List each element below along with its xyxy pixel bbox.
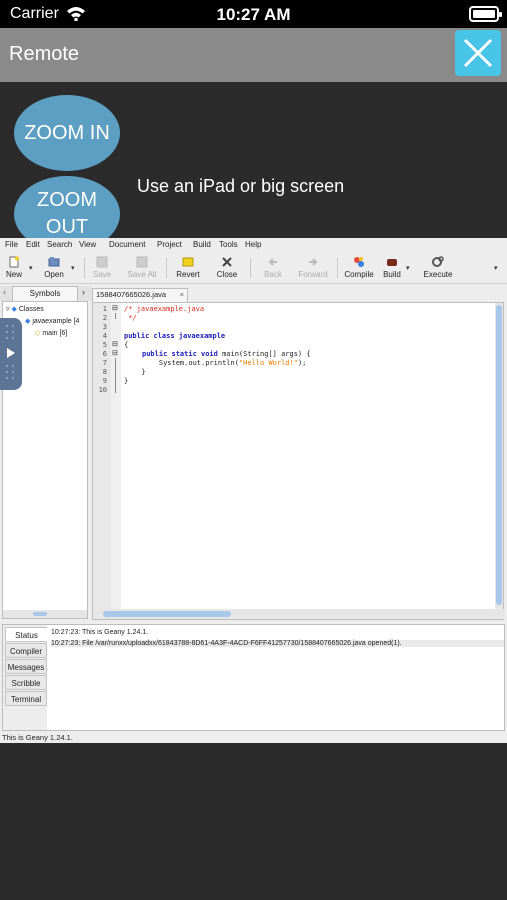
fold-toggle-icon[interactable]: ⊟ — [112, 304, 118, 312]
toolbar-overflow-icon[interactable]: ▾ — [494, 264, 498, 272]
menu-project[interactable]: Project — [157, 240, 182, 249]
revert-button[interactable]: Revert — [172, 256, 204, 279]
tree-item-method[interactable]: ◇ main [6] — [35, 329, 67, 337]
code-line-2: */ — [124, 314, 137, 322]
floating-toolbar-handle[interactable] — [0, 318, 22, 390]
method-icon: ◇ — [35, 330, 41, 337]
fold-toggle-icon[interactable]: ⊟ — [112, 349, 118, 357]
menu-bar: File Edit Search View Document Project B… — [0, 238, 507, 252]
message-tabs: Status Compiler Messages Scribble Termin… — [3, 625, 47, 730]
code-line-1: /* javaexample.java — [124, 305, 205, 313]
menu-view[interactable]: View — [79, 240, 96, 249]
code-line-8: } — [133, 368, 146, 376]
editor-hscrollbar[interactable] — [93, 609, 505, 619]
sidebar-hscrollbar[interactable] — [3, 610, 87, 618]
code-editor[interactable]: 1 2 3 4 5 6 7 8 9 10 ⊟ ⊟ ⊟ /* javaexampl… — [92, 302, 505, 620]
tab-left-arrow-icon[interactable]: ‹ — [3, 287, 6, 297]
tree-item-class[interactable]: ◆ javaexample [4 — [25, 317, 79, 325]
close-file-button[interactable]: Close — [214, 256, 240, 279]
fold-toggle-icon[interactable]: ⊟ — [112, 340, 118, 348]
class-icon: ◆ — [25, 318, 31, 325]
menu-file[interactable]: File — [5, 240, 18, 249]
status-message-line: 10:27:23: File /var/runxx/uploadxx/61843… — [51, 640, 504, 647]
classes-icon: ◆ — [11, 306, 17, 313]
ios-status-bar: Carrier 10:27 AM — [0, 0, 507, 28]
geany-window: File Edit Search View Document Project B… — [0, 238, 507, 743]
tab-scribble[interactable]: Scribble — [5, 675, 47, 690]
code-line-7: System.out.println("Hello World!"); — [142, 359, 307, 367]
menu-document[interactable]: Document — [109, 240, 145, 249]
clock: 10:27 AM — [216, 5, 291, 24]
tree-item-classes[interactable]: ▿ ◆ Classes — [6, 305, 44, 313]
back-button[interactable]: Back — [260, 256, 286, 279]
compile-icon — [354, 257, 364, 267]
forward-arrow-icon — [309, 258, 318, 266]
build-button[interactable]: Build — [381, 256, 403, 279]
forward-button[interactable]: Forward — [296, 256, 330, 279]
revert-icon — [182, 257, 194, 267]
code-line-6: public static void main(String[] args) { — [142, 350, 311, 358]
execute-button[interactable]: Execute — [420, 256, 456, 279]
open-folder-icon — [48, 257, 60, 267]
menu-search[interactable]: Search — [47, 240, 72, 249]
build-dropdown-icon[interactable]: ▾ — [406, 264, 410, 272]
save-all-icon — [136, 256, 148, 268]
open-button[interactable]: Open — [42, 256, 66, 279]
zoom-in-button[interactable]: ZOOM IN — [14, 95, 120, 171]
build-icon — [387, 259, 397, 266]
zoom-panel: ZOOM IN ZOOM OUT Use an iPad or big scre… — [0, 82, 507, 252]
tab-terminal[interactable]: Terminal — [5, 691, 47, 706]
toolbar: New ▾ Open ▾ Save Save All Revert Close — [0, 252, 507, 284]
status-message-line: 10:27:23: This is Geany 1.24.1. — [51, 629, 149, 636]
expand-icon[interactable]: ▿ — [6, 306, 10, 313]
new-file-icon — [9, 256, 19, 268]
compile-button[interactable]: Compile — [343, 256, 375, 279]
status-line: This is Geany 1.24.1. — [0, 732, 507, 743]
line-number-gutter: 1 2 3 4 5 6 7 8 9 10 — [93, 303, 111, 610]
menu-build[interactable]: Build — [193, 240, 211, 249]
tab-compiler[interactable]: Compiler — [5, 643, 47, 658]
tab-messages[interactable]: Messages — [5, 659, 47, 674]
fold-margin: ⊟ ⊟ ⊟ — [111, 303, 121, 610]
close-file-icon — [222, 257, 232, 267]
new-button[interactable]: New — [4, 256, 24, 279]
open-dropdown-icon[interactable]: ▾ — [71, 264, 75, 272]
close-icon — [463, 38, 493, 68]
editor-tab[interactable]: 1588407665026.java × — [92, 288, 188, 302]
save-all-button[interactable]: Save All — [124, 256, 160, 279]
code-line-4: public class javaexample — [124, 332, 226, 340]
editor-vscrollbar[interactable] — [495, 303, 503, 610]
menu-tools[interactable]: Tools — [219, 240, 238, 249]
close-tab-icon[interactable]: × — [180, 289, 184, 301]
tab-status[interactable]: Status — [5, 627, 47, 642]
back-arrow-icon — [268, 258, 277, 266]
menu-help[interactable]: Help — [245, 240, 261, 249]
code-line-5: { — [124, 341, 129, 349]
battery-icon — [469, 6, 502, 22]
tab-right-arrow-icon[interactable]: › — [82, 287, 85, 297]
message-panel: Status Compiler Messages Scribble Termin… — [2, 624, 505, 731]
remote-title: Remote — [9, 43, 80, 65]
remote-header: Remote — [0, 28, 507, 82]
execute-gears-icon — [432, 256, 444, 267]
save-icon — [96, 256, 108, 268]
tab-symbols[interactable]: Symbols — [12, 286, 78, 301]
save-button[interactable]: Save — [91, 256, 113, 279]
menu-edit[interactable]: Edit — [26, 240, 40, 249]
close-button[interactable] — [455, 30, 501, 76]
play-icon — [6, 325, 15, 379]
new-dropdown-icon[interactable]: ▾ — [29, 264, 33, 272]
zoom-hint-text: Use an iPad or big screen — [137, 176, 345, 196]
code-line-9: } — [124, 377, 129, 385]
